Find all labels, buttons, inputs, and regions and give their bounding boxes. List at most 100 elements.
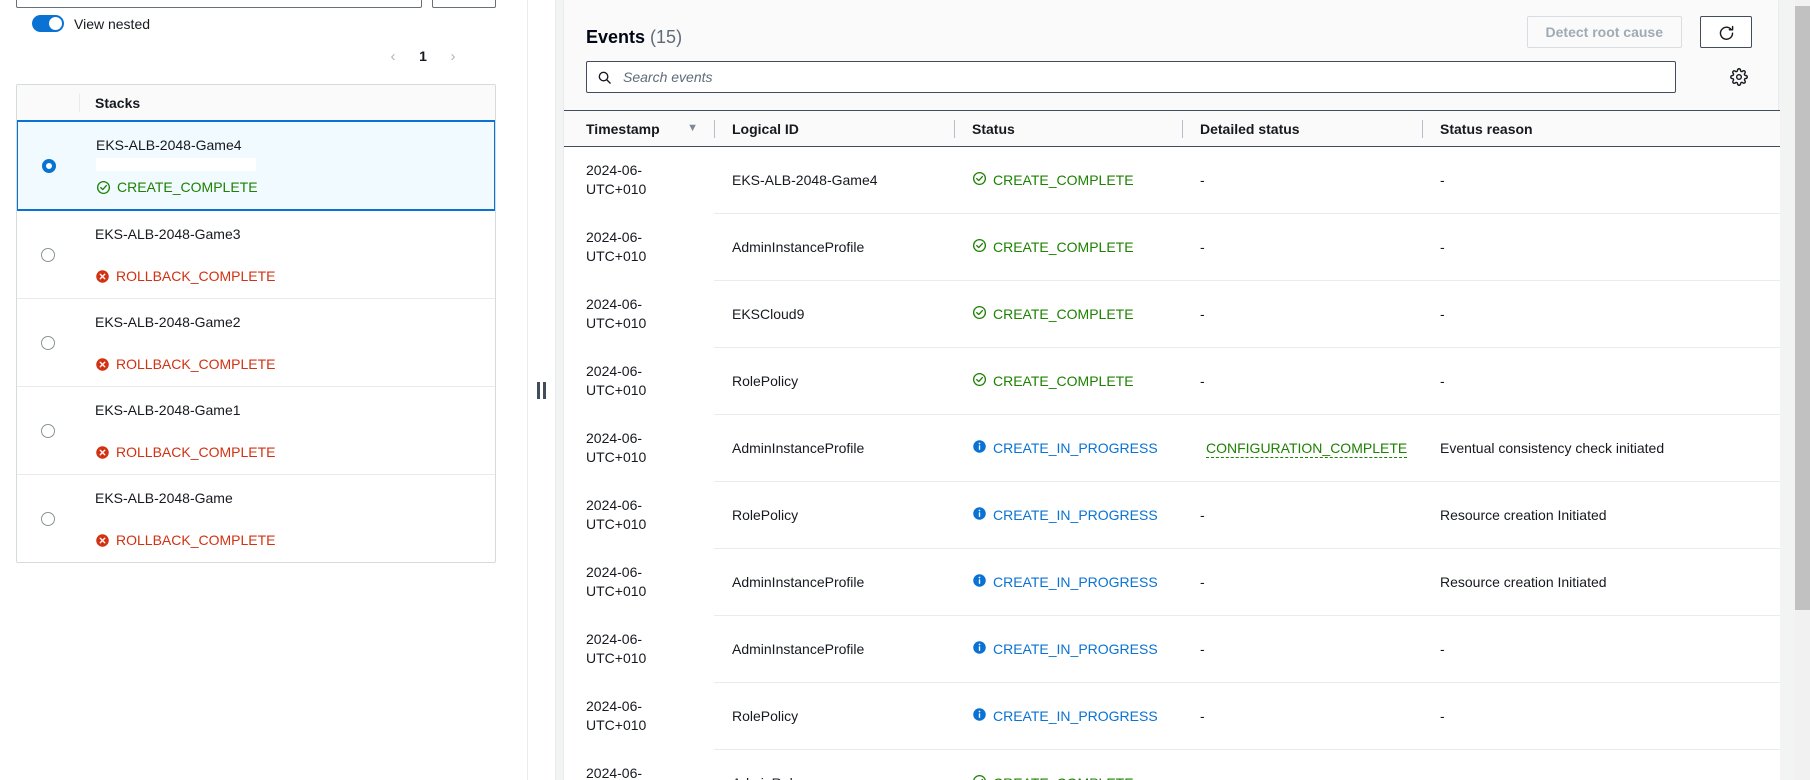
stack-row[interactable]: EKS-ALB-2048-Game4 CREATE_COMPLETE [17, 120, 495, 211]
event-logical-id: RolePolicy [714, 481, 954, 549]
event-status-label: CREATE_IN_PROGRESS [993, 439, 1158, 456]
page-scrollbar[interactable] [1795, 0, 1810, 780]
timestamp-line-2: UTC+010 [586, 717, 647, 733]
stack-radio-5[interactable] [41, 511, 55, 526]
detect-root-cause-button[interactable]: Detect root cause [1526, 16, 1682, 48]
stack-name[interactable]: EKS-ALB-2048-Game [95, 488, 276, 508]
events-table-row[interactable]: 2024-06- UTC+010 EKSCloud9 CREATE_COMPLETE -… [564, 280, 1780, 348]
event-detailed-status: - [1182, 146, 1422, 214]
event-detailed-status: - [1182, 347, 1422, 415]
search-events-field[interactable] [586, 61, 1676, 93]
events-column-header-detailed-status[interactable]: Detailed status [1182, 110, 1422, 147]
events-table-row[interactable]: 2024-06- UTC+010 RolePolicy CREATE_IN_PROGR… [564, 481, 1780, 549]
event-detailed-status-label[interactable]: CONFIGURATION_COMPLETE [1206, 439, 1408, 458]
events-column-header-logical-id[interactable]: Logical ID [714, 110, 954, 147]
stack-radio-cell [18, 122, 96, 209]
preferences-button[interactable] [1728, 66, 1750, 88]
timestamp-line-1: 2024-06- [586, 564, 643, 580]
stack-name[interactable]: EKS-ALB-2048-Game3 [95, 224, 276, 244]
event-logical-id: AdminInstanceProfile [714, 414, 954, 482]
stack-spacer [95, 244, 276, 264]
stack-row[interactable]: EKS-ALB-2048-Game3 ROLLBACK_COMPLETE [17, 211, 495, 299]
event-status-label: CREATE_IN_PROGRESS [993, 707, 1158, 724]
events-column-header-status-reason[interactable]: Status reason [1422, 110, 1780, 147]
pagination-next-button[interactable]: › [440, 43, 466, 69]
event-logical-id: RolePolicy [714, 682, 954, 750]
stack-row[interactable]: EKS-ALB-2048-Game2 ROLLBACK_COMPLETE [17, 299, 495, 387]
stack-radio-4[interactable] [41, 423, 55, 438]
event-status-reason: Eventual consistency check initiated [1422, 414, 1780, 482]
status-info-icon [973, 506, 986, 520]
event-timestamp: 2024-06- UTC+010 [564, 348, 714, 415]
timestamp-line-1: 2024-06- [586, 229, 643, 245]
events-table-header-row: Timestamp ▼ Logical ID Status Detailed statu… [564, 110, 1780, 147]
event-status-label: CREATE_IN_PROGRESS [993, 640, 1158, 657]
stacks-row-list: EKS-ALB-2048-Game4 CREATE_COMPLETE EKS-ALB… [17, 120, 495, 562]
events-table-row[interactable]: 2024-06- UTC+010 AdminInstanceProfile CREAT… [564, 548, 1780, 616]
events-table-row[interactable]: 2024-06- UTC+010 AdminInstanceProfile CREAT… [564, 615, 1780, 683]
events-table-body: 2024-06- UTC+010 EKS-ALB-2048-Game4 CREATE_… [564, 146, 1780, 780]
timestamp-line-1: 2024-06- [586, 765, 643, 780]
timestamp-line-1: 2024-06- [586, 363, 643, 379]
stacks-table-header: Stacks [17, 85, 495, 121]
event-status: CREATE_COMPLETE [954, 146, 1182, 214]
stack-radio-cell [17, 299, 95, 386]
pagination-prev-button[interactable]: ‹ [380, 43, 406, 69]
stacks-filter-select[interactable] [432, 0, 496, 8]
events-table-row[interactable]: 2024-06- UTC+010 EKS-ALB-2048-Game4 CREATE_… [564, 146, 1780, 214]
stack-name[interactable]: EKS-ALB-2048-Game2 [95, 312, 276, 332]
events-table-row[interactable]: 2024-06- UTC+010 RolePolicy CREATE_COMPLETE… [564, 347, 1780, 415]
gear-icon [1730, 68, 1748, 86]
stack-redacted-bar [96, 158, 256, 171]
stack-status-label: ROLLBACK_COMPLETE [116, 268, 276, 284]
view-nested-label: View nested [74, 15, 151, 32]
timestamp-line-2: UTC+010 [586, 181, 647, 197]
view-nested-toggle[interactable]: View nested [32, 15, 150, 32]
page-scrollbar-thumb[interactable] [1795, 6, 1810, 610]
app-root: View nested ‹ 1 › Stacks EKS-ALB-2048-Ga… [0, 0, 1810, 780]
events-table-row[interactable]: 2024-06-UTC+0100AdminRole CREATE_COMPLETE… [564, 749, 1780, 780]
column-label: Status [972, 120, 1015, 137]
refresh-button[interactable] [1700, 16, 1752, 48]
status-error-icon [96, 357, 109, 371]
panel-splitter-handle[interactable] [528, 0, 556, 780]
stacks-filter-input[interactable] [16, 0, 422, 8]
status-success-icon [972, 305, 987, 319]
timestamp-line-2: UTC+010 [586, 449, 647, 465]
pagination-page-1[interactable]: 1 [410, 43, 436, 69]
column-label: Detailed status [1200, 120, 1300, 137]
event-status-reason: - [1422, 615, 1780, 683]
stack-spacer [95, 508, 276, 528]
event-detailed-status: - [1182, 682, 1422, 750]
events-table: Timestamp ▼ Logical ID Status Detailed statu… [564, 110, 1780, 780]
search-input[interactable] [621, 68, 1665, 86]
events-column-header-timestamp[interactable]: Timestamp ▼ [564, 110, 714, 147]
stack-row[interactable]: EKS-ALB-2048-Game1 ROLLBACK_COMPLETE [17, 387, 495, 475]
stack-row-body: EKS-ALB-2048-Game3 ROLLBACK_COMPLETE [95, 211, 286, 298]
column-separator [1182, 120, 1183, 138]
stack-name[interactable]: EKS-ALB-2048-Game1 [95, 400, 276, 420]
stack-radio-1[interactable] [42, 158, 56, 173]
status-success-icon [96, 180, 111, 194]
event-status: CREATE_IN_PROGRESS [954, 414, 1182, 482]
event-detailed-status: - [1182, 548, 1422, 616]
stack-row[interactable]: EKS-ALB-2048-Game ROLLBACK_COMPLETE [17, 475, 495, 562]
stack-radio-2[interactable] [41, 247, 55, 262]
stack-radio-3[interactable] [41, 335, 55, 350]
events-table-head: Timestamp ▼ Logical ID Status Detailed statu… [564, 110, 1780, 147]
refresh-icon [1719, 25, 1733, 40]
view-nested-switch[interactable] [32, 15, 64, 32]
timestamp-line-2: UTC+010 [586, 516, 647, 532]
events-table-row[interactable]: 2024-06- UTC+010 RolePolicy CREATE_IN_PROGR… [564, 682, 1780, 750]
events-table-row[interactable]: 2024-06- UTC+010 AdminInstanceProfile CREAT… [564, 213, 1780, 281]
events-column-header-status[interactable]: Status [954, 110, 1182, 147]
column-separator [79, 94, 80, 112]
events-table-row[interactable]: 2024-06- UTC+010 AdminInstanceProfile CREAT… [564, 414, 1780, 482]
column-label: Status reason [1440, 120, 1533, 137]
event-status-reason: Resource creation Initiated [1422, 548, 1780, 616]
event-status-label: CREATE_IN_PROGRESS [993, 573, 1158, 590]
column-separator [714, 120, 715, 138]
event-detailed-status: - [1182, 749, 1422, 780]
events-title-text: Events [586, 27, 646, 47]
stack-name[interactable]: EKS-ALB-2048-Game4 [96, 135, 258, 155]
